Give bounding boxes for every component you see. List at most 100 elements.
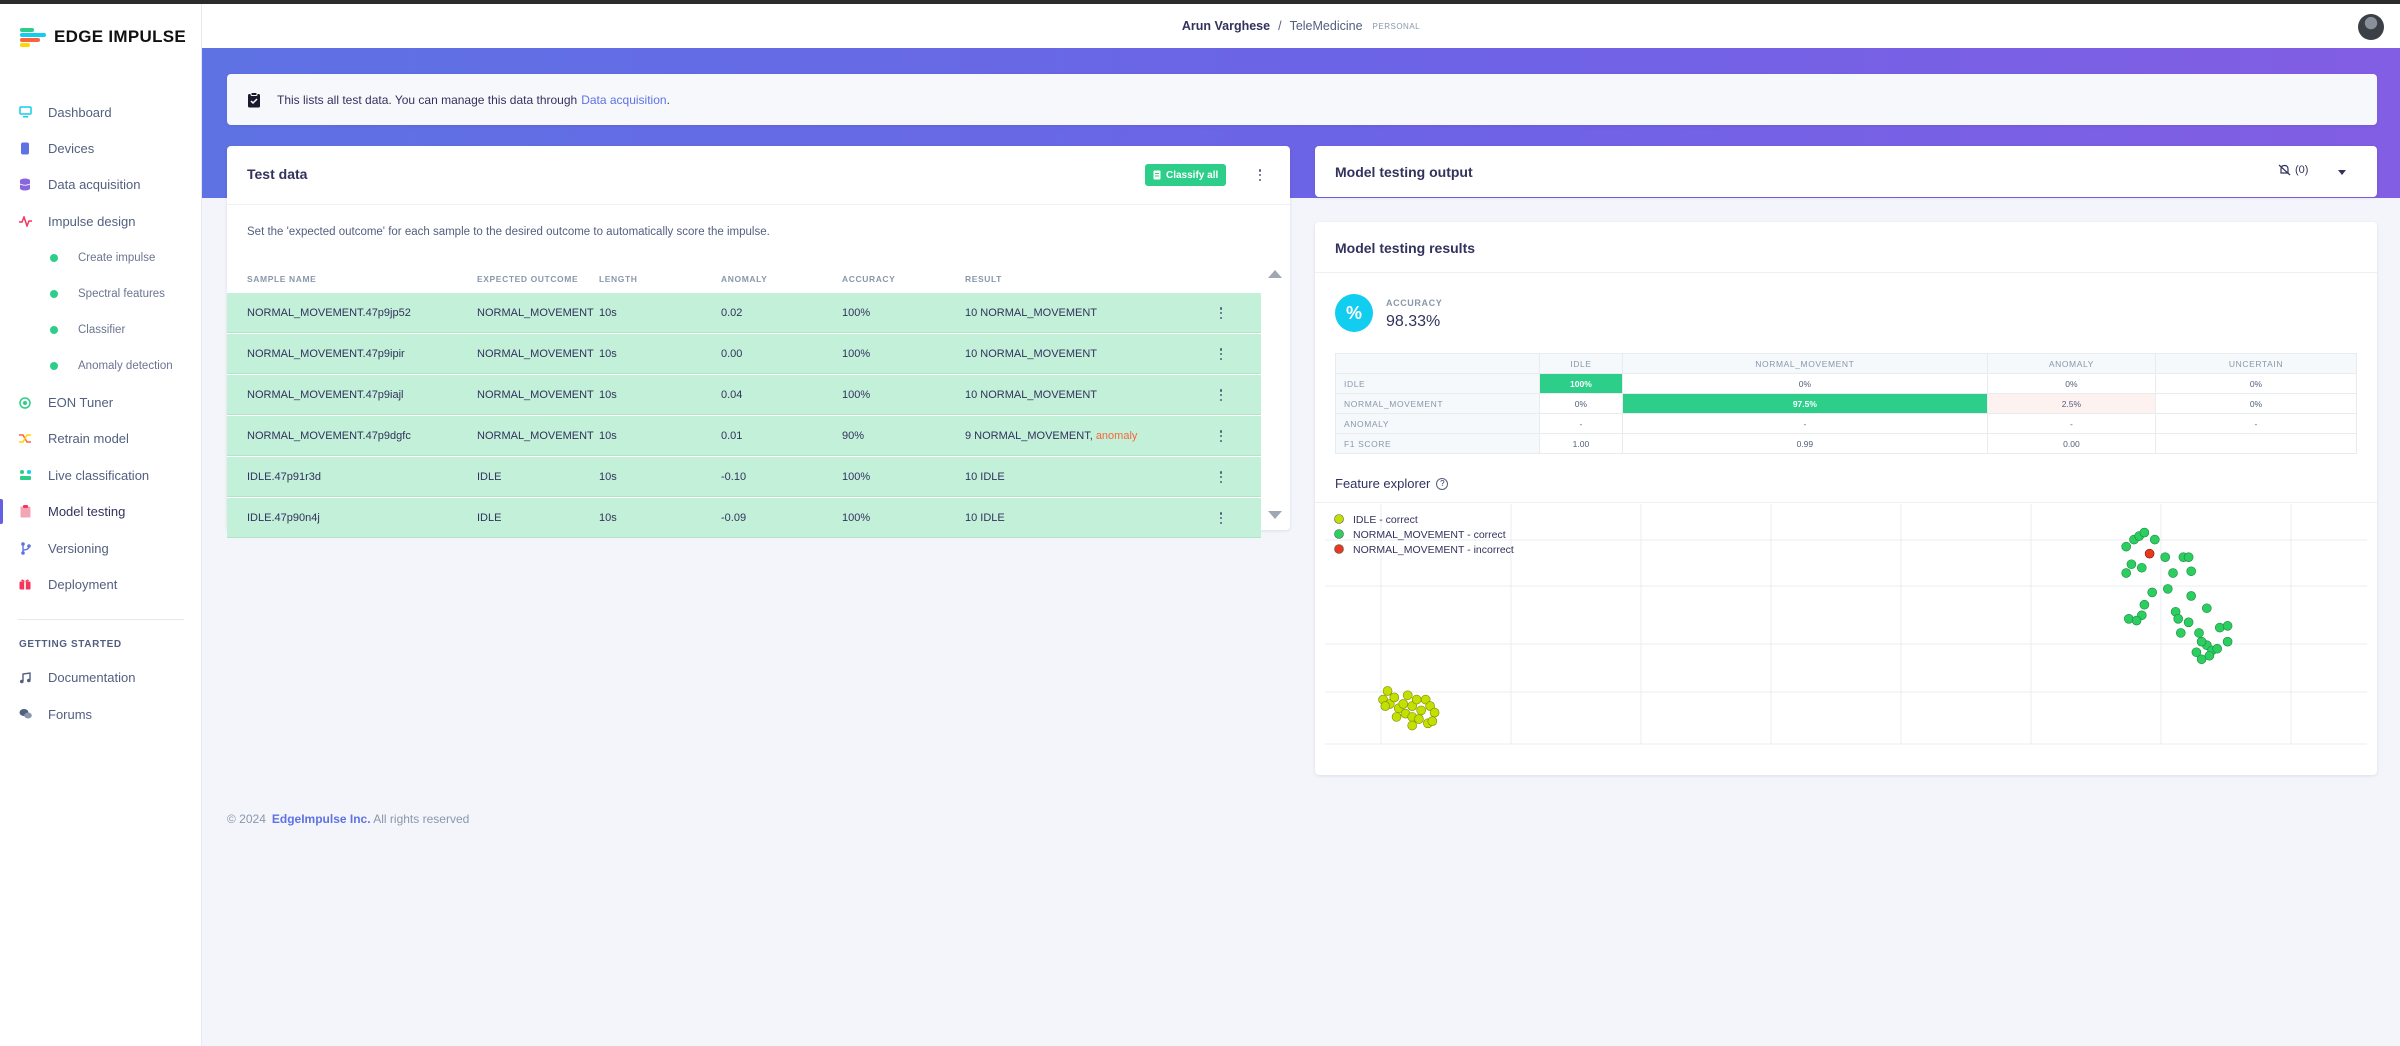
normal-movement-point[interactable] [2201, 603, 2212, 614]
idle-point[interactable] [1429, 707, 1440, 718]
column-header[interactable]: ANOMALY [721, 266, 767, 293]
sample-name: IDLE.47p90n4j [247, 512, 320, 524]
idle-point[interactable] [1402, 690, 1413, 701]
test-data-menu-kebab-icon[interactable] [1255, 168, 1265, 182]
normal-movement-point[interactable] [2149, 534, 2160, 545]
sidebar-subitem-spectral-features[interactable]: Spectral features [0, 276, 202, 312]
normal-movement-point[interactable] [2183, 552, 2194, 563]
sidebar-item-data-acquisition[interactable]: Data acquisition [0, 167, 202, 203]
normal-movement-point[interactable] [2126, 559, 2137, 570]
normal-movement-point[interactable] [2147, 587, 2158, 598]
footer-company-link[interactable]: EdgeImpulse Inc. [272, 812, 371, 826]
sidebar-item-documentation[interactable]: Documentation [0, 660, 202, 696]
row-menu-kebab-icon[interactable] [1216, 511, 1226, 525]
matrix-cell: - [1539, 413, 1623, 434]
notifications-toggle[interactable]: (0) [2278, 164, 2308, 176]
sidebar-subitem-create-impulse[interactable]: Create impulse [0, 240, 202, 276]
normal-movement-point[interactable] [2186, 591, 2197, 601]
sidebar-nav: Dashboard Devices Data acquisition Impul… [0, 94, 202, 732]
column-header[interactable]: SAMPLE NAME [247, 266, 316, 293]
sidebar-item-live-classification[interactable]: Live classification [0, 457, 202, 493]
normal-movement-point[interactable] [2196, 636, 2207, 647]
normal-movement-point[interactable] [2222, 636, 2233, 647]
feature-explorer-plot[interactable]: IDLE - correct NORMAL_MOVEMENT - correct N… [1325, 504, 2367, 760]
idle-point[interactable] [1389, 692, 1400, 703]
expected-outcome[interactable]: NORMAL_MOVEMENT [477, 334, 594, 374]
normal-movement-point[interactable] [2186, 566, 2197, 577]
normal-movement-point[interactable] [2168, 568, 2178, 578]
sidebar-item-impulse-design[interactable]: Impulse design [0, 203, 202, 239]
normal-movement-point[interactable] [2175, 628, 2186, 638]
row-menu-kebab-icon[interactable] [1216, 429, 1226, 443]
normal-movement-point[interactable] [2123, 614, 2134, 624]
row-menu-kebab-icon[interactable] [1216, 347, 1226, 361]
idle-point[interactable] [1416, 705, 1426, 716]
normal-movement-point[interactable] [2160, 552, 2171, 563]
breadcrumb-user[interactable]: Arun Varghese [1182, 19, 1270, 33]
help-icon[interactable]: ? [1436, 477, 1449, 490]
normal-movement-point[interactable] [2121, 568, 2132, 578]
normal-movement-point[interactable] [2162, 584, 2173, 594]
sidebar-item-dashboard[interactable]: Dashboard [0, 94, 202, 130]
idle-point[interactable] [1391, 712, 1402, 722]
table-row[interactable]: NORMAL_MOVEMENT.47p9iajl NORMAL_MOVEMENT… [227, 375, 1261, 415]
normal-movement-point[interactable] [2183, 617, 2194, 628]
table-row[interactable]: IDLE.47p90n4j IDLE 10s -0.09 100% 10 IDL… [227, 498, 1261, 538]
sample-result: 10 NORMAL_MOVEMENT [965, 375, 1097, 415]
idle-point[interactable] [1380, 701, 1391, 711]
column-header[interactable]: EXPECTED OUTCOME [477, 266, 578, 293]
normal-movement-point[interactable] [2121, 541, 2132, 552]
sidebar-item-forums[interactable]: Forums [0, 696, 202, 732]
normal-movement-point[interactable] [2136, 562, 2147, 573]
idle-point[interactable] [1398, 699, 1409, 709]
user-avatar[interactable] [2358, 14, 2384, 40]
normal-movement-point[interactable] [2139, 527, 2150, 538]
idle-point[interactable] [1382, 686, 1393, 696]
row-menu-kebab-icon[interactable] [1216, 388, 1226, 402]
row-menu-kebab-icon[interactable] [1216, 306, 1226, 320]
idle-point[interactable] [1427, 716, 1438, 726]
normal-movement-point[interactable] [2214, 622, 2225, 633]
sidebar-item-versioning[interactable]: Versioning [0, 530, 202, 566]
idle-point[interactable] [1414, 714, 1424, 724]
expected-outcome[interactable]: IDLE [477, 498, 501, 538]
normal-movement-point[interactable] [2131, 615, 2142, 626]
sidebar-subitem-classifier[interactable]: Classifier [0, 312, 202, 348]
table-row[interactable]: NORMAL_MOVEMENT.47p9ipir NORMAL_MOVEMENT… [227, 334, 1261, 374]
classify-all-button[interactable]: Classify all [1145, 164, 1227, 186]
sample-length: 10s [599, 307, 617, 319]
data-acquisition-link[interactable]: Data acquisition [581, 93, 666, 107]
idle-point[interactable] [1407, 720, 1417, 731]
normal-movement-point[interactable] [2194, 628, 2204, 638]
column-header[interactable]: RESULT [965, 266, 1002, 293]
scroll-up-arrow-icon[interactable] [1268, 270, 1282, 278]
collapse-caret-icon[interactable] [2338, 170, 2346, 175]
brand-logo[interactable]: EDGE IMPULSE [20, 27, 186, 47]
scroll-down-arrow-icon[interactable] [1268, 511, 1282, 519]
sidebar-item-devices[interactable]: Devices [0, 130, 202, 166]
table-row[interactable]: IDLE.47p91r3d IDLE 10s -0.10 100% 10 IDL… [227, 457, 1261, 497]
normal-movement-point[interactable] [2139, 599, 2150, 610]
breadcrumb-project[interactable]: TeleMedicine [1290, 19, 1363, 33]
incorrect-point[interactable] [2144, 548, 2155, 559]
normal-movement-point[interactable] [2212, 643, 2223, 654]
expected-outcome[interactable]: NORMAL_MOVEMENT [477, 375, 594, 415]
column-header[interactable]: ACCURACY [842, 266, 895, 293]
column-header[interactable]: LENGTH [599, 266, 638, 293]
normal-movement-point[interactable] [2222, 621, 2233, 631]
expected-outcome[interactable]: IDLE [477, 457, 501, 497]
expected-outcome[interactable]: NORMAL_MOVEMENT [477, 293, 594, 333]
normal-movement-point[interactable] [2173, 614, 2184, 624]
expected-outcome[interactable]: NORMAL_MOVEMENT [477, 416, 594, 456]
sidebar-item-retrain-model[interactable]: Retrain model [0, 421, 202, 457]
table-row[interactable]: NORMAL_MOVEMENT.47p9jp52 NORMAL_MOVEMENT… [227, 293, 1261, 333]
sidebar-item-model-testing[interactable]: Model testing [0, 493, 202, 529]
sidebar-item-deployment[interactable]: Deployment [0, 566, 202, 602]
table-row[interactable]: NORMAL_MOVEMENT.47p9dgfc NORMAL_MOVEMENT… [227, 416, 1261, 456]
normal-movement-point[interactable] [2204, 650, 2215, 661]
sample-anomaly: 0.02 [721, 307, 743, 319]
sidebar-item-eon-tuner[interactable]: EON Tuner [0, 384, 202, 420]
row-menu-kebab-icon[interactable] [1216, 470, 1226, 484]
idle-point[interactable] [1411, 694, 1422, 705]
sidebar-subitem-anomaly-detection[interactable]: Anomaly detection [0, 348, 202, 384]
